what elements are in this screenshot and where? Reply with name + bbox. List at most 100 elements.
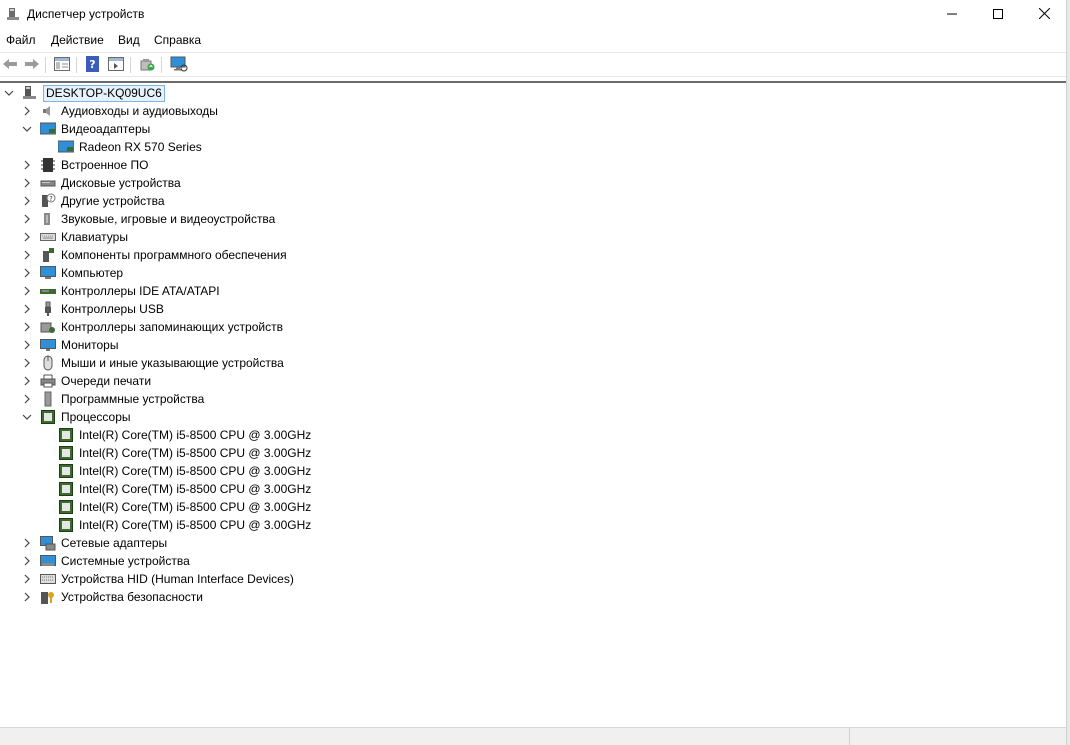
update-driver-button[interactable]: [137, 55, 157, 75]
chevron-down-icon[interactable]: [22, 412, 32, 422]
software-component-icon: [40, 247, 56, 263]
tree-category[interactable]: Контроллеры IDE ATA/ATAPI: [22, 282, 220, 300]
chevron-right-icon[interactable]: [22, 340, 32, 350]
chevron-right-icon[interactable]: [22, 574, 32, 584]
minimize-button[interactable]: [929, 0, 975, 29]
status-bar: [0, 727, 1066, 745]
tree-category[interactable]: Очереди печати: [22, 372, 151, 390]
tree-root-computer[interactable]: DESKTOP-KQ09UC6: [4, 84, 165, 102]
processor-icon: [40, 409, 56, 425]
tree-device[interactable]: Intel(R) Core(TM) i5-8500 CPU @ 3.00GHz: [58, 444, 311, 462]
tree-category[interactable]: Программные устройства: [22, 390, 204, 408]
tree-device[interactable]: Intel(R) Core(TM) i5-8500 CPU @ 3.00GHz: [58, 480, 311, 498]
processor-icon: [58, 427, 74, 443]
audio-io-icon: [40, 103, 56, 119]
processor-icon: [58, 499, 74, 515]
chevron-right-icon[interactable]: [22, 538, 32, 548]
menu-view[interactable]: Вид: [118, 33, 140, 47]
chevron-right-icon[interactable]: [22, 304, 32, 314]
chevron-right-icon[interactable]: [22, 286, 32, 296]
update-driver-icon: [139, 56, 155, 75]
device-manager-app-icon: [6, 7, 20, 21]
category-label: Очереди печати: [61, 374, 152, 388]
ide-controller-icon: [40, 283, 56, 299]
chevron-right-icon[interactable]: [22, 394, 32, 404]
tree-device[interactable]: Intel(R) Core(TM) i5-8500 CPU @ 3.00GHz: [58, 498, 311, 516]
tree-category[interactable]: Компоненты программного обеспечения: [22, 246, 287, 264]
properties-pane-button[interactable]: [52, 55, 72, 75]
properties-pane-icon: [54, 56, 70, 74]
tree-category[interactable]: Дисковые устройства: [22, 174, 181, 192]
category-label: Сетевые адаптеры: [61, 536, 168, 550]
tree-device[interactable]: Radeon RX 570 Series: [58, 138, 202, 156]
chevron-right-icon[interactable]: [22, 592, 32, 602]
category-label: Контроллеры запоминающих устройств: [61, 320, 283, 334]
chevron-right-icon[interactable]: [22, 358, 32, 368]
toolbar-separator: [45, 57, 46, 73]
minimize-icon: [947, 8, 957, 22]
chevron-right-icon[interactable]: [22, 322, 32, 332]
toolbar-separator: [76, 57, 77, 73]
tree-category[interactable]: Системные устройства: [22, 552, 190, 570]
chevron-right-icon[interactable]: [22, 106, 32, 116]
tree-device[interactable]: Intel(R) Core(TM) i5-8500 CPU @ 3.00GHz: [58, 462, 311, 480]
tree-category[interactable]: Контроллеры запоминающих устройств: [22, 318, 283, 336]
tree-category[interactable]: Компьютер: [22, 264, 123, 282]
chevron-right-icon[interactable]: [22, 196, 32, 206]
category-label: Программные устройства: [61, 392, 205, 406]
help-button[interactable]: ?: [83, 55, 103, 75]
device-label: Intel(R) Core(TM) i5-8500 CPU @ 3.00GHz: [79, 446, 312, 460]
processor-icon: [58, 445, 74, 461]
maximize-button[interactable]: [975, 0, 1021, 29]
menu-action[interactable]: Действие: [51, 33, 104, 47]
device-tree: DESKTOP-KQ09UC6 Аудиовходы и аудиовыходы В…: [0, 81, 1066, 726]
chevron-right-icon[interactable]: [22, 556, 32, 566]
chevron-down-icon[interactable]: [22, 124, 32, 134]
category-label: Видеоадаптеры: [61, 122, 151, 136]
category-label: Процессоры: [61, 410, 131, 424]
tree-category[interactable]: Сетевые адаптеры: [22, 534, 167, 552]
show-hide-console-tree-button[interactable]: [106, 55, 126, 75]
tree-device[interactable]: Intel(R) Core(TM) i5-8500 CPU @ 3.00GHz: [58, 516, 311, 534]
processor-icon: [58, 517, 74, 533]
chevron-right-icon[interactable]: [22, 160, 32, 170]
tree-category[interactable]: Мониторы: [22, 336, 118, 354]
menu-file[interactable]: Файл: [6, 33, 36, 47]
right-window-edge: [1066, 0, 1070, 745]
chevron-right-icon[interactable]: [22, 376, 32, 386]
forward-button[interactable]: [22, 55, 42, 75]
menu-help[interactable]: Справка: [154, 33, 201, 47]
category-label: Компьютер: [61, 266, 124, 280]
tree-category[interactable]: ? Другие устройства: [22, 192, 165, 210]
tree-category[interactable]: Контроллеры USB: [22, 300, 164, 318]
tree-category[interactable]: Мыши и иные указывающие устройства: [22, 354, 284, 372]
toolbar: ?: [0, 52, 1066, 77]
device-label: Radeon RX 570 Series: [79, 140, 202, 154]
tree-category[interactable]: Устройства HID (Human Interface Devices): [22, 570, 294, 588]
tree-device[interactable]: Intel(R) Core(TM) i5-8500 CPU @ 3.00GHz: [58, 426, 311, 444]
tree-category[interactable]: Аудиовходы и аудиовыходы: [22, 102, 218, 120]
chevron-right-icon[interactable]: [22, 268, 32, 278]
category-label: Мониторы: [61, 338, 119, 352]
tree-category[interactable]: Звуковые, игровые и видеоустройства: [22, 210, 275, 228]
close-button[interactable]: [1021, 0, 1067, 29]
chevron-right-icon[interactable]: [22, 178, 32, 188]
speaker-icon: [40, 211, 56, 227]
tree-category[interactable]: Устройства безопасности: [22, 588, 203, 606]
mouse-icon: [40, 355, 56, 371]
scan-hardware-changes-button[interactable]: [169, 55, 189, 75]
category-label: Аудиовходы и аудиовыходы: [61, 104, 218, 118]
menu-bar: Файл Действие Вид Справка: [0, 30, 1070, 50]
tree-category[interactable]: Процессоры: [22, 408, 131, 426]
chevron-down-icon[interactable]: [4, 88, 14, 98]
usb-icon: [40, 301, 56, 317]
chevron-right-icon[interactable]: [22, 250, 32, 260]
firmware-icon: [40, 157, 56, 173]
back-button[interactable]: [0, 55, 20, 75]
chevron-right-icon[interactable]: [22, 214, 32, 224]
toolbar-separator: [161, 57, 162, 73]
chevron-right-icon[interactable]: [22, 232, 32, 242]
tree-category[interactable]: Встроенное ПО: [22, 156, 148, 174]
tree-category[interactable]: Клавиатуры: [22, 228, 128, 246]
tree-category[interactable]: Видеоадаптеры: [22, 120, 150, 138]
